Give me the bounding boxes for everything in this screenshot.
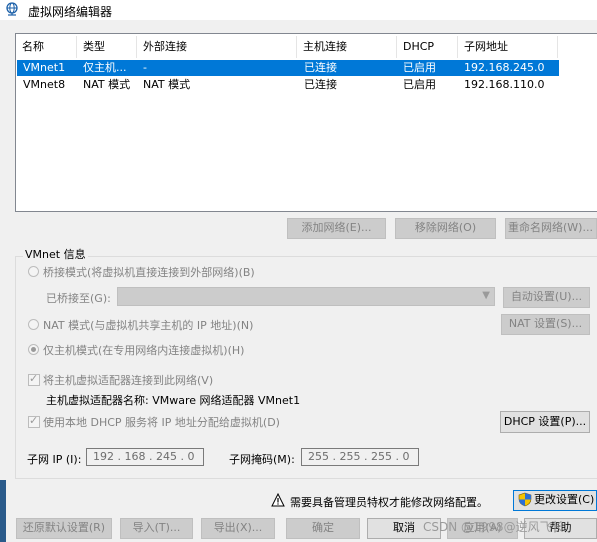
cell-dhcp: 已启用 <box>403 61 436 74</box>
bridged-to-label: 已桥接至(G): <box>46 292 111 305</box>
auto-settings-button[interactable]: 自动设置(U)... <box>503 287 590 308</box>
column-header-host[interactable]: 主机连接 <box>297 36 397 58</box>
window-title: 虚拟网络编辑器 <box>28 5 113 19</box>
background-window-edge <box>0 480 6 542</box>
column-header-name[interactable]: 名称 <box>16 36 77 58</box>
cell-host: 已连接 <box>304 78 337 91</box>
title-bar: 虚拟网络编辑器 <box>0 0 597 20</box>
warning-icon <box>271 493 285 507</box>
cell-name: VMnet1 <box>23 61 66 74</box>
connect-adapter-checkbox[interactable] <box>28 372 40 386</box>
nat-radio[interactable] <box>28 319 39 330</box>
chevron-down-icon: ▼ <box>482 290 490 301</box>
table-row[interactable]: VMnet1 仅主机... - 已连接 已启用 192.168.245.0 <box>17 60 559 76</box>
cell-subnet: 192.168.110.0 <box>464 78 545 91</box>
import-button[interactable]: 导入(T)... <box>120 518 193 539</box>
bridged-to-select[interactable]: ▼ <box>117 287 495 306</box>
remove-network-button[interactable]: 移除网络(O) <box>395 218 496 239</box>
subnet-mask-field[interactable]: 255 . 255 . 255 . 0 <box>301 448 419 466</box>
export-button[interactable]: 导出(X)... <box>201 518 275 539</box>
dhcp-label: 使用本地 DHCP 服务将 IP 地址分配给虚拟机(D) <box>43 416 280 429</box>
cell-dhcp: 已启用 <box>403 78 436 91</box>
change-settings-label: 更改设置(C) <box>534 493 595 506</box>
dhcp-settings-button[interactable]: DHCP 设置(P)... <box>500 411 590 433</box>
ok-button[interactable]: 确定 <box>286 518 360 539</box>
restore-defaults-button[interactable]: 还原默认设置(R) <box>16 518 112 539</box>
column-header-dhcp[interactable]: DHCP <box>397 36 458 58</box>
connect-adapter-label: 将主机虚拟适配器连接到此网络(V) <box>43 374 214 387</box>
network-globe-icon <box>6 2 18 16</box>
column-header-external[interactable]: 外部连接 <box>137 36 297 58</box>
bridged-label: 桥接模式(将虚拟机直接连接到外部网络)(B) <box>43 266 255 279</box>
shield-icon <box>518 492 532 507</box>
cell-type: NAT 模式 <box>83 78 131 91</box>
adapter-name-text: 主机虚拟适配器名称: VMware 网络适配器 VMnet1 <box>46 394 301 407</box>
table-row[interactable]: VMnet8 NAT 模式 NAT 模式 已连接 已启用 192.168.110… <box>17 77 559 93</box>
subnet-ip-field[interactable]: 192 . 168 . 245 . 0 <box>86 448 204 466</box>
nat-label: NAT 模式(与虚拟机共享主机的 IP 地址)(N) <box>43 319 254 332</box>
network-table[interactable]: 名称 类型 外部连接 主机连接 DHCP 子网地址 VMnet1 仅主机... … <box>15 33 597 212</box>
subnet-mask-label: 子网掩码(M): <box>229 453 295 466</box>
cell-subnet: 192.168.245.0 <box>464 61 545 74</box>
column-header-type[interactable]: 类型 <box>77 36 137 58</box>
dhcp-checkbox[interactable] <box>28 414 40 428</box>
cell-external: NAT 模式 <box>143 78 191 91</box>
column-header-subnet[interactable]: 子网地址 <box>458 36 558 58</box>
cell-host: 已连接 <box>304 61 337 74</box>
vmnet-info-title: VMnet 信息 <box>23 246 88 262</box>
watermark: CSDN @1998@逆风飞长 <box>423 520 564 534</box>
admin-notice: 需要具备管理员特权才能修改网络配置。 <box>290 496 488 509</box>
add-network-button[interactable]: 添加网络(E)... <box>287 218 386 239</box>
rename-network-button[interactable]: 重命名网络(W)... <box>505 218 597 239</box>
table-header: 名称 类型 外部连接 主机连接 DHCP 子网地址 <box>16 36 597 58</box>
bridged-radio[interactable] <box>28 266 39 277</box>
subnet-ip-label: 子网 IP (I): <box>27 453 82 466</box>
nat-settings-button[interactable]: NAT 设置(S)... <box>501 314 590 335</box>
host-only-label: 仅主机模式(在专用网络内连接虚拟机)(H) <box>43 344 245 357</box>
cell-type: 仅主机... <box>83 61 127 74</box>
cell-name: VMnet8 <box>23 78 66 91</box>
host-only-radio[interactable] <box>28 344 39 355</box>
cell-external: - <box>143 61 147 74</box>
